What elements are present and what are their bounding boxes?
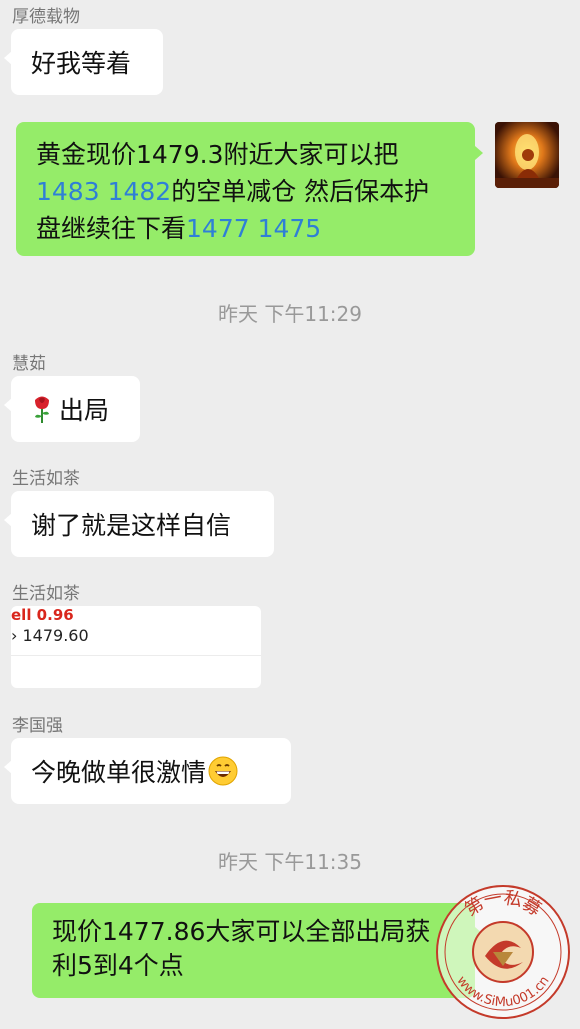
sender-name: 生活如茶 — [12, 584, 80, 604]
user-avatar[interactable] — [495, 122, 559, 188]
sender-name: 生活如茶 — [12, 469, 80, 489]
message-text: 现价1477.86大家可以全部出局获 — [52, 917, 431, 946]
rose-emoji-icon — [35, 396, 49, 423]
message-text: 黄金现价1479.3附近大家可以把 — [36, 140, 399, 169]
timestamp: 昨天 下午11:29 — [218, 302, 362, 326]
message-line: 黄金现价1479.3附近大家可以把 — [36, 136, 455, 173]
message-bubble-incoming[interactable]: 谢了就是这样自信 — [4, 491, 274, 557]
message-bubble-incoming[interactable]: 今晚做单很激情 — [4, 738, 291, 804]
message-bubble-incoming[interactable]: 好我等着 — [4, 29, 163, 95]
sender-name: 李国强 — [12, 716, 63, 736]
image-message[interactable]: ell 0.96 › 1479.60 — [11, 606, 261, 688]
sender-name: 慧茹 — [12, 354, 46, 374]
image-text-price: › 1479.60 — [11, 626, 89, 645]
message-text: 好我等着 — [31, 49, 132, 78]
image-text-sell: ell 0.96 — [11, 606, 74, 624]
message-line: 盘继续往下看1477 1475 — [36, 210, 455, 247]
message-text: 出局 — [59, 396, 110, 425]
message-text: 谢了就是这样自信 — [31, 511, 232, 540]
message-bubble-incoming[interactable]: 出局 — [4, 376, 140, 442]
message-text: 的空单减仓 然后保本护 — [171, 177, 430, 206]
price-highlight: 1477 1475 — [186, 214, 322, 243]
message-bubble-outgoing[interactable]: 黄金现价1479.3附近大家可以把 1483 1482的空单减仓 然后保本护 盘… — [16, 122, 483, 256]
message-text: 利5到4个点 — [52, 951, 184, 980]
message-text: 盘继续往下看 — [36, 214, 187, 243]
message-bubble-outgoing[interactable]: 现价1477.86大家可以全部出局获 利5到4个点 — [32, 903, 483, 998]
image-divider — [11, 655, 261, 656]
watermark-stamp-icon: 第一私募 www.SiMu001.cn — [436, 885, 570, 1019]
message-text: 今晚做单很激情 — [31, 758, 207, 787]
message-line: 1483 1482的空单减仓 然后保本护 — [36, 173, 455, 210]
grinning-emoji-icon — [208, 756, 238, 786]
buddha-avatar-icon — [495, 122, 559, 188]
price-highlight: 1483 1482 — [36, 177, 172, 206]
sender-name: 厚德载物 — [12, 7, 80, 27]
timestamp: 昨天 下午11:35 — [218, 850, 362, 874]
